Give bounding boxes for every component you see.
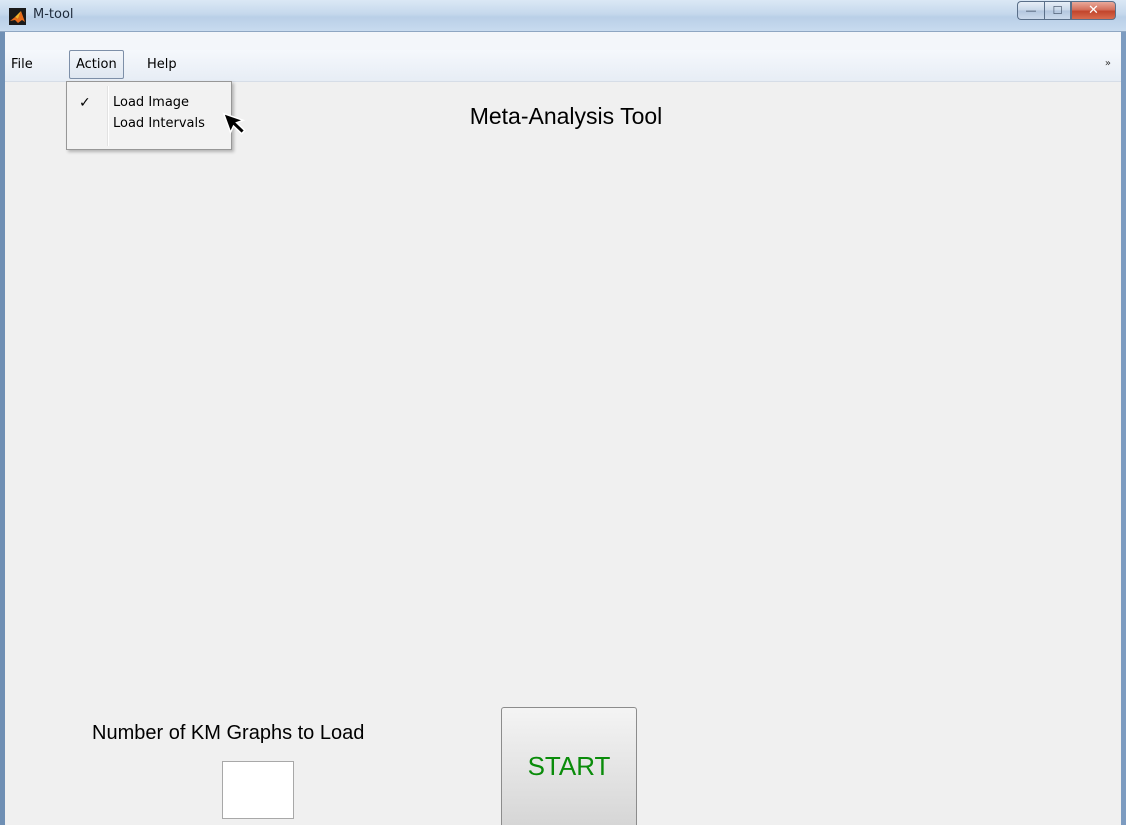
graphs-count-label: Number of KM Graphs to Load bbox=[92, 722, 365, 744]
mouse-pointer-icon bbox=[222, 112, 246, 135]
menubar-overflow-icon[interactable]: » bbox=[1105, 58, 1111, 69]
window-controls: — ☐ ✕ bbox=[1017, 1, 1116, 21]
menu-action[interactable]: Action bbox=[69, 50, 124, 79]
close-button[interactable]: ✕ bbox=[1071, 1, 1116, 20]
menu-bar: File Action Help » bbox=[5, 50, 1121, 82]
minimize-button[interactable]: — bbox=[1017, 1, 1044, 20]
checkmark-icon: ✓ bbox=[79, 95, 91, 111]
maximize-icon: ☐ bbox=[1052, 4, 1063, 17]
page-title-text: Meta-Analysis Tool bbox=[469, 103, 663, 129]
title-bar[interactable]: M-tool — ☐ ✕ bbox=[0, 0, 1126, 32]
maximize-button[interactable]: ☐ bbox=[1044, 1, 1071, 20]
menu-item-label: Load Image bbox=[113, 95, 190, 110]
close-icon: ✕ bbox=[1088, 3, 1099, 18]
menu-help[interactable]: Help bbox=[141, 50, 183, 79]
menu-item-load-intervals[interactable]: Load Intervals bbox=[67, 113, 231, 135]
menubar-background bbox=[5, 32, 1121, 51]
start-button-label: START bbox=[527, 751, 611, 781]
window-border-right bbox=[1121, 32, 1126, 825]
menu-item-label: Load Intervals bbox=[113, 116, 205, 131]
minimize-icon: — bbox=[1025, 4, 1037, 17]
graphs-count-input[interactable] bbox=[222, 761, 294, 819]
matlab-logo-icon bbox=[9, 8, 26, 25]
menu-file[interactable]: File bbox=[5, 50, 39, 79]
menu-item-load-image[interactable]: ✓ Load Image bbox=[67, 92, 231, 114]
start-button[interactable]: START bbox=[501, 707, 637, 825]
action-menu-dropdown: ✓ Load Image Load Intervals bbox=[66, 81, 232, 150]
window-title: M-tool bbox=[33, 7, 74, 22]
app-window: M-tool — ☐ ✕ File Action Help » Meta-Ana… bbox=[0, 0, 1126, 825]
